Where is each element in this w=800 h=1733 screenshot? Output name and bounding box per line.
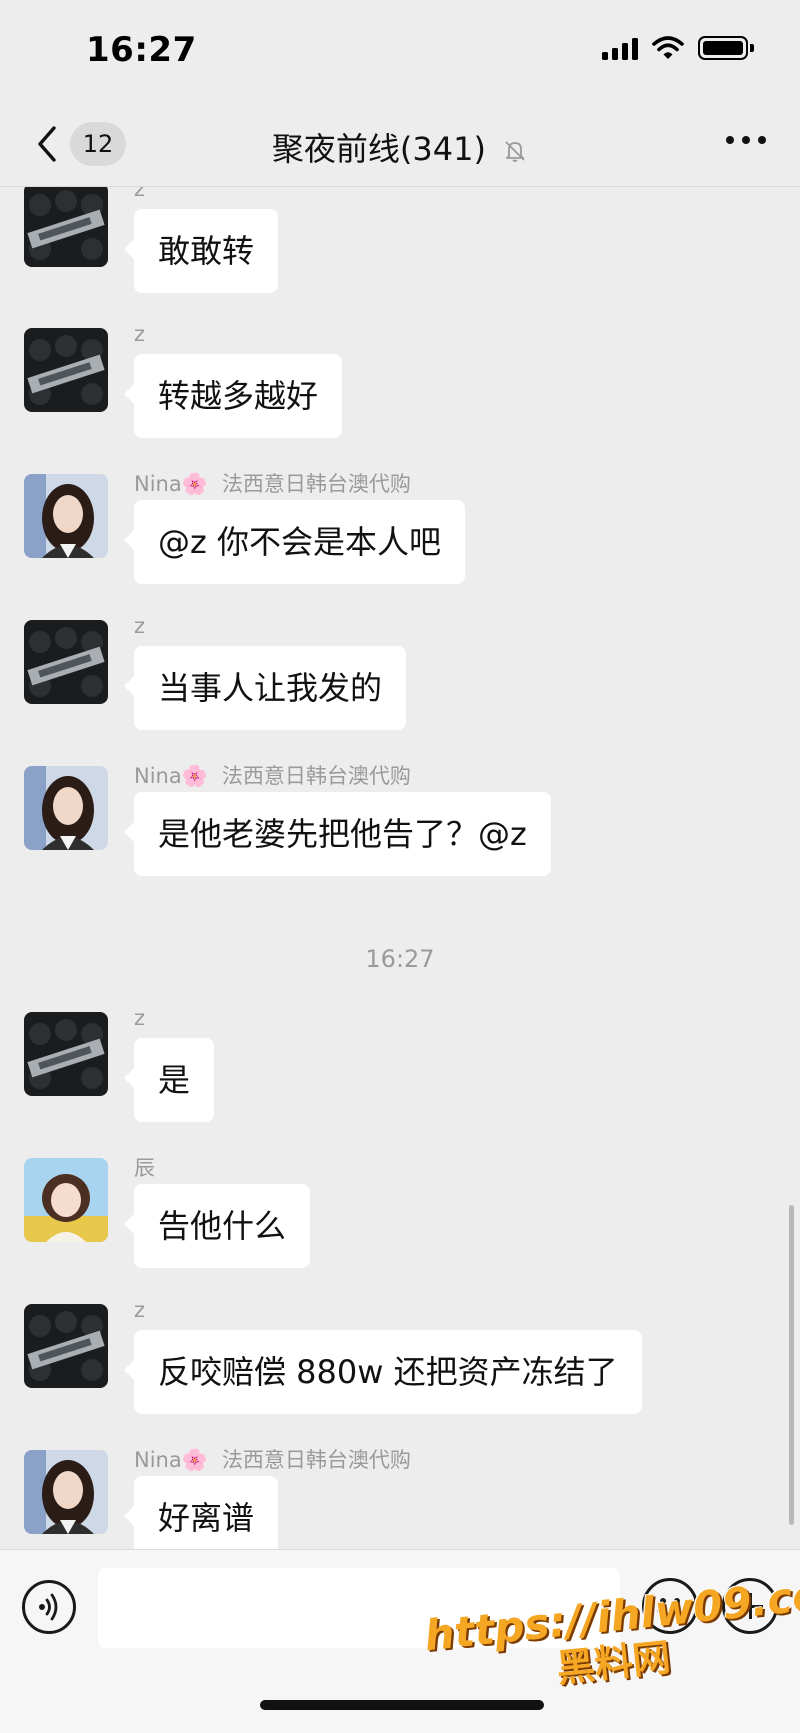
avatar[interactable] bbox=[24, 187, 108, 267]
status-icons bbox=[602, 36, 754, 60]
status-bar: 16:27 bbox=[0, 0, 800, 100]
smiley-face-icon bbox=[657, 1598, 683, 1618]
sender-name: Nina🌸 法西意日韩台澳代购 bbox=[134, 472, 411, 496]
sender-name: z bbox=[134, 614, 146, 638]
mute-bell-icon bbox=[505, 141, 525, 162]
sender-name: z bbox=[134, 187, 146, 201]
wifi-icon bbox=[652, 36, 684, 59]
avatar[interactable] bbox=[24, 1012, 108, 1096]
chat-title: 聚夜前线(341) bbox=[0, 124, 800, 170]
time-separator: 16:27 bbox=[365, 945, 435, 973]
avatar[interactable] bbox=[24, 1450, 108, 1534]
message-bubble[interactable]: 反咬赔偿 880w 还把资产冻结了 bbox=[124, 1330, 642, 1414]
avatar[interactable] bbox=[24, 328, 108, 412]
sender-name: Nina🌸 法西意日韩台澳代购 bbox=[134, 1448, 411, 1472]
avatar-nina-image bbox=[24, 474, 108, 558]
avatar-z-image bbox=[24, 1304, 108, 1388]
avatar-nina-image bbox=[24, 766, 108, 850]
status-time: 16:27 bbox=[86, 30, 197, 70]
more-options-button[interactable] bbox=[726, 136, 766, 144]
avatar-z-image bbox=[24, 187, 108, 267]
avatar[interactable] bbox=[24, 474, 108, 558]
more-actions-plus-button[interactable] bbox=[722, 1578, 778, 1634]
avatar-z-image bbox=[24, 620, 108, 704]
message-bubble[interactable]: 告他什么 bbox=[123, 1184, 311, 1268]
emoji-button[interactable] bbox=[642, 1578, 698, 1634]
more-dot-icon bbox=[726, 136, 734, 144]
sender-group-tag: 法西意日韩台澳代购 bbox=[221, 764, 411, 788]
avatar[interactable] bbox=[24, 766, 108, 850]
home-indicator bbox=[260, 1700, 544, 1710]
avatar[interactable] bbox=[24, 1304, 108, 1388]
voice-icon bbox=[39, 1593, 58, 1621]
voice-input-button[interactable] bbox=[22, 1580, 76, 1634]
sender-name: 辰 bbox=[134, 1156, 155, 1180]
battery-icon bbox=[698, 36, 754, 60]
avatar-z-image bbox=[24, 1012, 108, 1096]
sender-group-tag: 法西意日韩台澳代购 bbox=[221, 1448, 411, 1472]
sender-name: Nina🌸 法西意日韩台澳代购 bbox=[134, 764, 411, 788]
sender-name: z bbox=[134, 1298, 146, 1322]
message-bubble[interactable]: 敢敢转 bbox=[123, 209, 279, 293]
sender-name: z bbox=[134, 322, 146, 346]
chat-nav-bar: 12 聚夜前线(341) bbox=[0, 100, 800, 187]
message-bubble[interactable]: 当事人让我发的 bbox=[123, 646, 407, 730]
sender-group-tag: 法西意日韩台澳代购 bbox=[221, 472, 411, 496]
avatar-z-image bbox=[24, 328, 108, 412]
group-name: 聚夜前线(341) bbox=[271, 130, 486, 168]
avatar-chen-image bbox=[24, 1158, 108, 1242]
avatar-nina-image bbox=[24, 1450, 108, 1534]
message-input[interactable] bbox=[98, 1568, 620, 1648]
message-bubble[interactable]: 转越多越好 bbox=[123, 354, 343, 438]
avatar[interactable] bbox=[24, 1158, 108, 1242]
message-list[interactable]: z 敢敢转 z 转越多越好 Nina🌸 法西意日韩台澳代购 @z 你不会是本人吧 … bbox=[0, 187, 800, 1549]
message-bubble[interactable]: 是 bbox=[123, 1038, 215, 1122]
message-bubble[interactable]: 好离谱 bbox=[123, 1476, 279, 1549]
more-dot-icon bbox=[758, 136, 766, 144]
sender-name: z bbox=[134, 1006, 146, 1030]
avatar[interactable] bbox=[24, 620, 108, 704]
more-dot-icon bbox=[742, 136, 750, 144]
cellular-signal-icon bbox=[602, 36, 638, 60]
scroll-indicator[interactable] bbox=[789, 1205, 794, 1525]
message-bubble[interactable]: 是他老婆先把他告了？@z bbox=[124, 792, 551, 876]
message-bubble[interactable]: @z 你不会是本人吧 bbox=[124, 500, 465, 584]
